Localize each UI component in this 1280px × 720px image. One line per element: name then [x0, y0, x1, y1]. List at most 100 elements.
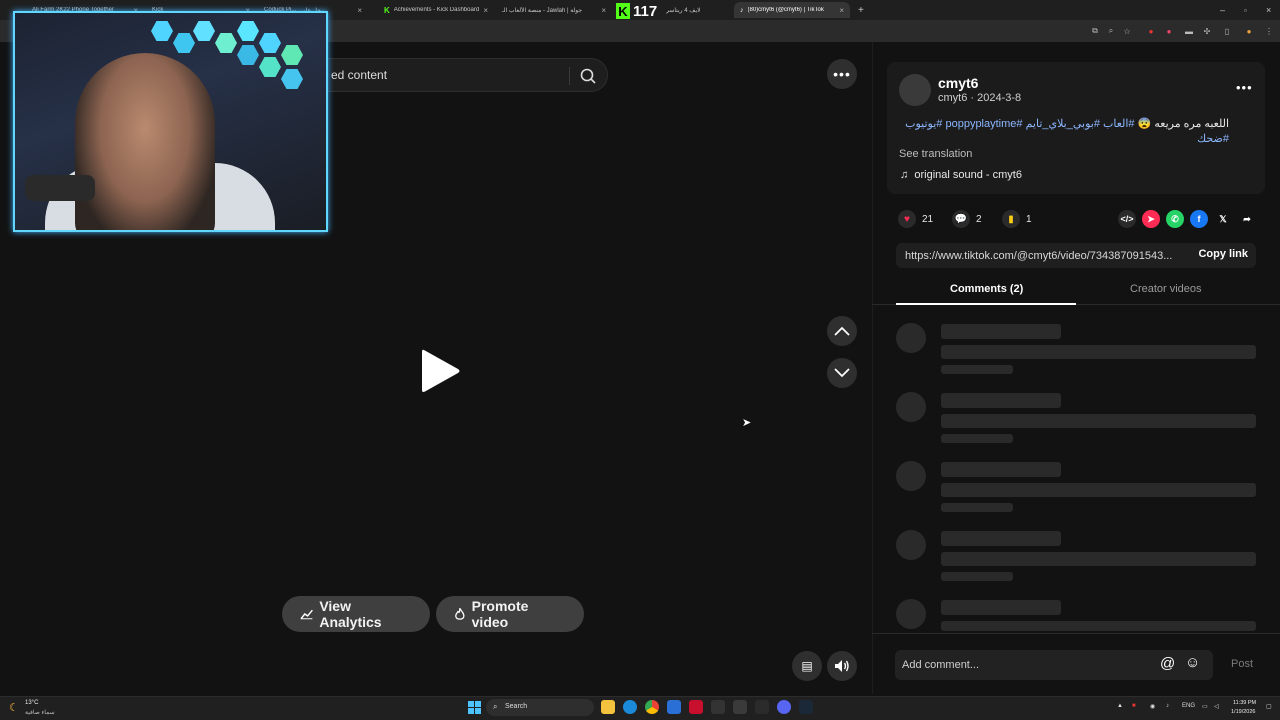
app-icon[interactable]: [733, 700, 747, 714]
tray-chevron-icon[interactable]: ▲: [1117, 703, 1123, 709]
view-analytics-button[interactable]: View Analytics: [282, 596, 430, 632]
comment-skeleton-line: [941, 345, 1256, 359]
see-translation-link[interactable]: See translation: [899, 148, 972, 160]
profile-icon[interactable]: ●: [1244, 26, 1254, 36]
previous-video-button[interactable]: [827, 316, 857, 346]
star-icon[interactable]: ☆: [1122, 26, 1132, 36]
extension-icon[interactable]: ▬: [1184, 26, 1194, 36]
menu-icon[interactable]: ⋮: [1264, 26, 1274, 36]
author-meta: cmyt6 · 2024-3-8: [938, 92, 1022, 104]
clock-date[interactable]: 1/19/2026: [1231, 709, 1255, 715]
sound-link[interactable]: ♫ original sound - cmyt6: [900, 169, 1022, 181]
language-indicator[interactable]: ENG: [1182, 703, 1195, 709]
notification-icon[interactable]: ▢: [1266, 703, 1272, 710]
post-caption: اللعبه مره مريعه 😨 #العاب #بوبي_بلاي_تاي…: [899, 117, 1229, 147]
hex-light: [259, 57, 281, 77]
view-analytics-label: View Analytics: [319, 598, 382, 630]
save-button[interactable]: ▮ 1: [1002, 209, 1032, 229]
post-more-icon[interactable]: •••: [1236, 80, 1253, 95]
search-icon[interactable]: [579, 67, 597, 85]
document-icon: ▤: [801, 659, 813, 673]
hex-light: [151, 21, 173, 41]
speaker-icon[interactable]: ◁: [1214, 703, 1219, 710]
install-icon[interactable]: ⧉: [1090, 26, 1100, 36]
microphone-icon[interactable]: ♪: [1166, 703, 1169, 709]
search-divider: [569, 67, 570, 85]
volume-button[interactable]: [827, 651, 857, 681]
embed-icon[interactable]: </>: [1118, 210, 1136, 228]
comment-skeleton-line: [941, 365, 1013, 374]
mention-icon[interactable]: @: [1160, 655, 1175, 672]
edge-icon[interactable]: [623, 700, 637, 714]
close-icon[interactable]: ×: [839, 6, 844, 15]
share-icon[interactable]: ➦: [1238, 210, 1256, 228]
next-video-button[interactable]: [827, 358, 857, 388]
clock-time[interactable]: 11:39 PM: [1233, 700, 1256, 706]
mail-icon[interactable]: [667, 700, 681, 714]
browser-tab[interactable]: لايف 4 ريتاسر: [660, 2, 730, 18]
extension-icon[interactable]: ●: [1146, 26, 1156, 36]
promote-video-button[interactable]: Promote video: [436, 596, 584, 632]
tab-creator-videos[interactable]: Creator videos: [1130, 283, 1202, 295]
microphone: [25, 175, 95, 201]
caption-text: اللعبه مره مريعه 😨: [1137, 118, 1229, 130]
post-button[interactable]: Post: [1231, 658, 1253, 670]
tab-comments[interactable]: Comments (2): [950, 283, 1023, 295]
close-icon[interactable]: ×: [483, 6, 488, 15]
maximize-icon[interactable]: ▫: [1238, 2, 1256, 18]
close-window-icon[interactable]: ×: [1260, 2, 1278, 18]
analytics-icon: [300, 609, 313, 620]
app-icon[interactable]: [689, 700, 703, 714]
send-icon[interactable]: ➤: [1142, 210, 1160, 228]
app-icon[interactable]: [711, 700, 725, 714]
browser-tab-active[interactable]: ♪ (80)cmyt6 (@cmyt6) | TikTok ×: [734, 2, 850, 18]
extension-icon[interactable]: ●: [1164, 26, 1174, 36]
x-icon[interactable]: 𝕏: [1214, 210, 1232, 228]
steam-icon[interactable]: [799, 700, 813, 714]
more-options-button[interactable]: •••: [827, 59, 857, 89]
browser-tab[interactable]: K Achievements - Kick Dashboard ×: [378, 2, 494, 18]
copy-link-button[interactable]: Copy link: [1198, 248, 1248, 264]
search-bar[interactable]: ed content: [290, 58, 608, 92]
tray-app-icon[interactable]: ■: [1132, 703, 1136, 709]
close-icon[interactable]: ×: [601, 6, 606, 15]
chevron-up-icon: [834, 326, 850, 336]
new-tab-button[interactable]: +: [852, 2, 868, 18]
weather-icon[interactable]: ☾: [9, 701, 19, 714]
network-icon[interactable]: ▭: [1202, 703, 1208, 710]
whatsapp-icon[interactable]: ✆: [1166, 210, 1184, 228]
tab-label: (80)cmyt6 (@cmyt6) | TikTok: [747, 7, 824, 13]
windows-start-icon[interactable]: [468, 701, 481, 714]
browser-tab[interactable]: منصة الألعاب الـ - Jawlah | جولة ×: [496, 2, 612, 18]
comment-skeleton-avatar: [896, 461, 926, 491]
comment-input[interactable]: Add comment...: [902, 659, 979, 671]
tray-app-icon[interactable]: ◉: [1150, 703, 1155, 710]
extensions-icon[interactable]: ✣: [1202, 26, 1212, 36]
file-explorer-icon[interactable]: [601, 700, 615, 714]
author-name[interactable]: cmyt6: [938, 75, 978, 91]
search-input[interactable]: ed content: [331, 68, 387, 82]
discord-icon[interactable]: [777, 700, 791, 714]
comment-skeleton-avatar: [896, 530, 926, 560]
taskbar-search[interactable]: ⌕ Search: [486, 699, 594, 716]
chevron-down-icon: [834, 368, 850, 378]
captions-button[interactable]: ▤: [792, 651, 822, 681]
minimize-icon[interactable]: –: [1214, 2, 1232, 18]
video-link[interactable]: https://www.tiktok.com/@cmyt6/video/7343…: [905, 250, 1181, 262]
comment-button[interactable]: 💬 2: [952, 209, 982, 229]
mouse-cursor-icon: ➤: [742, 417, 752, 429]
chrome-icon[interactable]: [645, 700, 659, 714]
app-icon[interactable]: [755, 700, 769, 714]
comment-input-box[interactable]: Add comment... @ ☺: [895, 650, 1213, 680]
comment-skeleton-line: [941, 531, 1061, 546]
sidebar-icon[interactable]: ▯: [1222, 26, 1232, 36]
play-icon[interactable]: [418, 346, 462, 396]
emoji-icon[interactable]: ☺: [1185, 654, 1200, 671]
facebook-icon[interactable]: f: [1190, 210, 1208, 228]
avatar[interactable]: [899, 74, 931, 106]
comment-skeleton-line: [941, 324, 1061, 339]
close-icon[interactable]: ×: [357, 6, 362, 15]
music-note-icon: ♫: [900, 169, 915, 181]
like-button[interactable]: ♥ 21: [898, 209, 933, 229]
zoom-icon[interactable]: ⌕: [1106, 26, 1116, 36]
